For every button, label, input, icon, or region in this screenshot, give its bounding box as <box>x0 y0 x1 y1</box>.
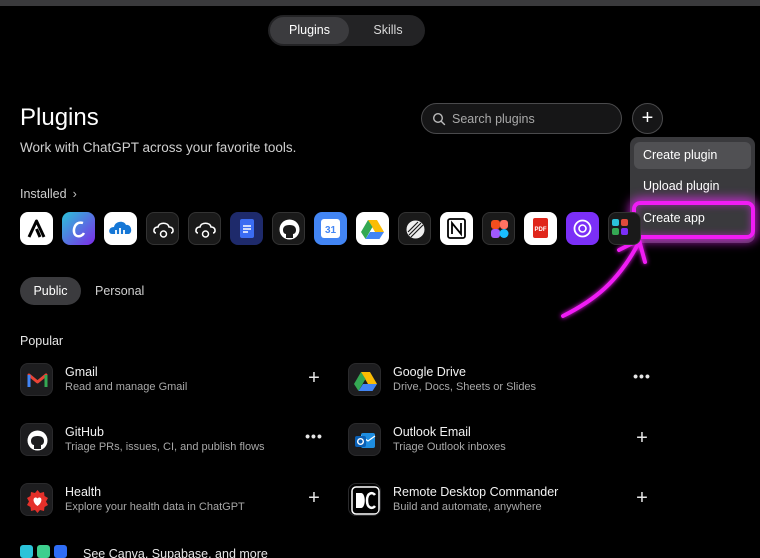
pdf-icon[interactable]: PDF <box>524 212 557 245</box>
cloud-cat-2-icon[interactable] <box>188 212 221 245</box>
plugin-name: Outlook Email <box>393 425 471 439</box>
cloud-cat-icon[interactable] <box>146 212 179 245</box>
plugin-name: Google Drive <box>393 365 466 379</box>
gmail-icon <box>20 363 53 396</box>
plugin-name: Gmail <box>65 365 98 379</box>
canva-icon <box>20 545 33 558</box>
app-icon <box>54 545 67 558</box>
svg-text:PDF: PDF <box>535 227 547 233</box>
acrobat-icon[interactable] <box>20 212 53 245</box>
page-title: Plugins <box>20 104 99 131</box>
notion-icon[interactable] <box>440 212 473 245</box>
google-drive-icon[interactable] <box>356 212 389 245</box>
add-plugin-button[interactable]: + <box>632 103 663 134</box>
window-top-border <box>0 0 760 6</box>
plugin-row-google-drive[interactable]: Google Drive Drive, Docs, Sheets or Slid… <box>348 363 658 397</box>
more-apps-icon[interactable] <box>608 212 641 245</box>
add-plugin-gmail-button[interactable]: + <box>302 367 326 391</box>
plugin-name: Remote Desktop Commander <box>393 485 559 499</box>
outlook-icon <box>348 423 381 456</box>
installed-link[interactable]: Installed › <box>20 187 77 201</box>
popular-heading: Popular <box>20 334 64 348</box>
add-plugin-remote-desktop-button[interactable]: + <box>630 487 654 511</box>
plugin-description: Triage Outlook inboxes <box>393 441 506 453</box>
installed-label: Installed <box>20 187 67 201</box>
github-icon[interactable] <box>272 212 305 245</box>
google-docs-icon[interactable] <box>230 212 263 245</box>
more-options-github-button[interactable]: ••• <box>302 427 326 451</box>
canva-icon[interactable] <box>62 212 95 245</box>
remote-desktop-icon <box>348 483 381 516</box>
plugin-row-remote-desktop-commander[interactable]: Remote Desktop Commander Build and autom… <box>348 483 658 517</box>
github-icon <box>20 423 53 456</box>
add-menu: Create plugin Upload plugin Create app <box>630 137 755 243</box>
calendar-icon[interactable]: 31 <box>314 212 347 245</box>
chevron-right-icon: › <box>72 187 77 201</box>
plugin-description: Triage PRs, issues, CI, and publish flow… <box>65 441 265 453</box>
plugin-row-outlook-email[interactable]: Outlook Email Triage Outlook inboxes + <box>348 423 658 457</box>
add-plugin-health-button[interactable]: + <box>302 487 326 511</box>
tab-skills[interactable]: Skills <box>354 15 422 46</box>
tab-plugins[interactable]: Plugins <box>270 17 349 44</box>
figma-icon[interactable] <box>482 212 515 245</box>
plugin-row-gmail[interactable]: Gmail Read and manage Gmail + <box>20 363 330 397</box>
plugin-name: Health <box>65 485 102 499</box>
page-subtitle: Work with ChatGPT across your favorite t… <box>20 140 297 155</box>
search-icon <box>432 112 446 126</box>
tab-personal[interactable]: Personal <box>95 284 144 298</box>
plugin-row-health[interactable]: Health Explore your health data in ChatG… <box>20 483 330 517</box>
plugin-row-github[interactable]: GitHub Triage PRs, issues, CI, and publi… <box>20 423 330 457</box>
search-input[interactable] <box>452 110 612 128</box>
plugin-description: Read and manage Gmail <box>65 381 188 393</box>
cloud-service-icon[interactable] <box>104 212 137 245</box>
menu-item-create-app[interactable]: Create app <box>634 205 751 232</box>
menu-item-upload-plugin[interactable]: Upload plugin <box>634 173 751 200</box>
plugin-description: Drive, Docs, Sheets or Slides <box>393 381 537 393</box>
svg-text:31: 31 <box>325 225 337 236</box>
add-plugin-outlook-button[interactable]: + <box>630 427 654 451</box>
tab-public[interactable]: Public <box>20 277 81 305</box>
more-options-google-drive-button[interactable]: ••• <box>630 367 654 391</box>
see-more-text: See Canva, Supabase, and more <box>83 547 268 558</box>
plugin-name: GitHub <box>65 425 104 439</box>
openai-icon[interactable] <box>566 212 599 245</box>
health-icon <box>20 483 53 516</box>
google-drive-icon <box>348 363 381 396</box>
plugins-skills-switch: Plugins Skills <box>268 15 425 46</box>
menu-item-create-plugin[interactable]: Create plugin <box>634 142 751 169</box>
linear-icon[interactable] <box>398 212 431 245</box>
plugin-description: Explore your health data in ChatGPT <box>65 501 245 513</box>
search-box[interactable] <box>421 103 622 134</box>
supabase-icon <box>37 545 50 558</box>
plugin-description: Build and automate, anywhere <box>393 501 542 513</box>
